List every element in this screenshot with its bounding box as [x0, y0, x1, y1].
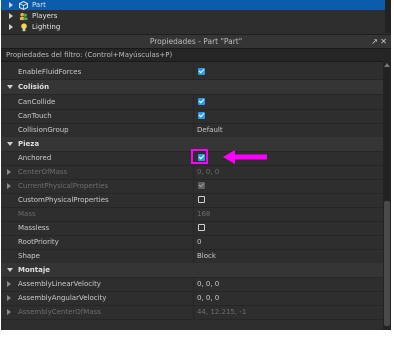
expand-arrow-icon[interactable]	[9, 13, 13, 19]
property-filter-input[interactable]: Propiedades del filtro: (Control+Mayúscu…	[1, 48, 391, 62]
category-label: Pieza	[18, 140, 40, 148]
prop-row-current-physical-properties[interactable]: CurrentPhysicalProperties	[1, 179, 383, 194]
expand-arrow-icon[interactable]	[7, 295, 11, 301]
explorer-item-players[interactable]: Players	[1, 11, 385, 21]
expand-arrow-icon[interactable]	[7, 281, 11, 287]
explorer-item-label: Lighting	[32, 23, 61, 31]
explorer-panel: Part Players Lighting	[1, 0, 391, 33]
part-cube-icon	[19, 0, 28, 10]
prop-row-collision-group[interactable]: CollisionGroup Default	[1, 123, 383, 138]
prop-row-root-priority[interactable]: RootPriority 0	[1, 235, 383, 250]
prop-row-custom-physical-properties[interactable]: CustomPhysicalProperties	[1, 193, 383, 208]
prop-name: AssemblyLinearVelocity	[18, 280, 101, 288]
prop-name: RootPriority	[18, 238, 59, 246]
prop-value: 0, 0, 0	[197, 168, 220, 176]
collapse-arrow-icon[interactable]	[7, 85, 13, 89]
prop-name: EnableFluidForces	[18, 68, 82, 76]
prop-name: CollisionGroup	[18, 126, 69, 134]
can-touch-checkbox[interactable]	[198, 112, 205, 119]
lightbulb-icon	[19, 22, 28, 31]
prop-name: Shape	[18, 252, 40, 260]
prop-value: 168	[197, 210, 211, 218]
prop-name: Anchored	[18, 154, 52, 162]
properties-titlebar: Propiedades - Part "Part" ↗ ✕	[1, 34, 391, 48]
collapse-arrow-icon[interactable]	[7, 142, 13, 146]
close-icon[interactable]: ✕	[380, 37, 387, 46]
annotation-arrow-icon	[223, 150, 267, 164]
prop-value[interactable]: 0, 0, 0	[197, 280, 219, 288]
prop-name: CurrentPhysicalProperties	[18, 182, 109, 190]
prop-value[interactable]: Block	[197, 252, 216, 260]
prop-row-assembly-linear-velocity[interactable]: AssemblyLinearVelocity 0, 0, 0	[1, 277, 383, 292]
prop-value: 44, 12.215, -1	[197, 308, 247, 316]
expand-arrow-icon[interactable]	[7, 309, 11, 315]
expand-arrow-icon[interactable]	[7, 183, 11, 189]
undock-icon[interactable]: ↗	[371, 37, 378, 46]
collapse-arrow-icon[interactable]	[7, 268, 13, 272]
explorer-scrollbar[interactable]	[385, 0, 391, 33]
expand-arrow-icon[interactable]	[7, 169, 11, 175]
prop-row-can-collide[interactable]: CanCollide	[1, 95, 383, 110]
category-label: Montaje	[18, 266, 50, 274]
category-label: Colisión	[18, 83, 50, 91]
explorer-item-label: Players	[32, 12, 58, 20]
prop-name: CanTouch	[18, 112, 52, 120]
properties-list: EnableFluidForces Colisión CanCollide Ca…	[1, 61, 383, 330]
prop-name: CustomPhysicalProperties	[18, 196, 109, 204]
prop-row-shape[interactable]: Shape Block	[1, 249, 383, 264]
prop-row-center-of-mass[interactable]: CenterOfMass 0, 0, 0	[1, 165, 383, 180]
prop-row-assembly-center-of-mass[interactable]: AssemblyCenterOfMass 44, 12.215, -1	[1, 305, 383, 320]
prop-row-enable-fluid-forces[interactable]: EnableFluidForces	[1, 65, 383, 80]
enable-fluid-forces-checkbox[interactable]	[198, 68, 205, 75]
prop-row-massless[interactable]: Massless	[1, 221, 383, 236]
properties-scrollbar[interactable]	[383, 61, 391, 330]
prop-row-can-touch[interactable]: CanTouch	[1, 109, 383, 124]
current-physical-properties-checkbox	[198, 182, 205, 189]
scrollbar-thumb[interactable]	[384, 201, 390, 326]
studio-frame: Part Players Lighting Propiedades - Part…	[1, 0, 391, 330]
massless-checkbox[interactable]	[198, 224, 205, 231]
prop-name: Massless	[18, 224, 50, 232]
prop-name: AssemblyCenterOfMass	[18, 308, 101, 316]
panel-title: Propiedades - Part "Part"	[149, 37, 243, 46]
prop-value[interactable]: 0	[197, 238, 201, 246]
prop-row-assembly-angular-velocity[interactable]: AssemblyAngularVelocity 0, 0, 0	[1, 291, 383, 306]
scroll-up-icon[interactable]	[384, 63, 390, 67]
prop-value[interactable]: 0, 0, 0	[197, 294, 219, 302]
custom-physical-properties-checkbox[interactable]	[198, 196, 205, 203]
prop-name: Mass	[18, 210, 36, 218]
can-collide-checkbox[interactable]	[198, 98, 205, 105]
annotation-highlight-box	[191, 149, 208, 164]
filter-placeholder: Propiedades del filtro: (Control+Mayúscu…	[6, 51, 173, 59]
category-collision[interactable]: Colisión	[1, 80, 383, 95]
prop-name: CenterOfMass	[18, 168, 68, 176]
expand-arrow-icon[interactable]	[9, 2, 13, 8]
explorer-item-label: Part	[32, 1, 46, 9]
expand-arrow-icon[interactable]	[9, 24, 13, 30]
prop-name: AssemblyAngularVelocity	[18, 294, 107, 302]
category-assembly[interactable]: Montaje	[1, 263, 383, 278]
players-icon	[19, 12, 28, 20]
explorer-item-lighting[interactable]: Lighting	[1, 22, 385, 32]
prop-value[interactable]: Default	[197, 126, 223, 134]
prop-name: CanCollide	[18, 98, 56, 106]
prop-row-mass[interactable]: Mass 168	[1, 207, 383, 222]
explorer-item-part[interactable]: Part	[1, 0, 385, 10]
